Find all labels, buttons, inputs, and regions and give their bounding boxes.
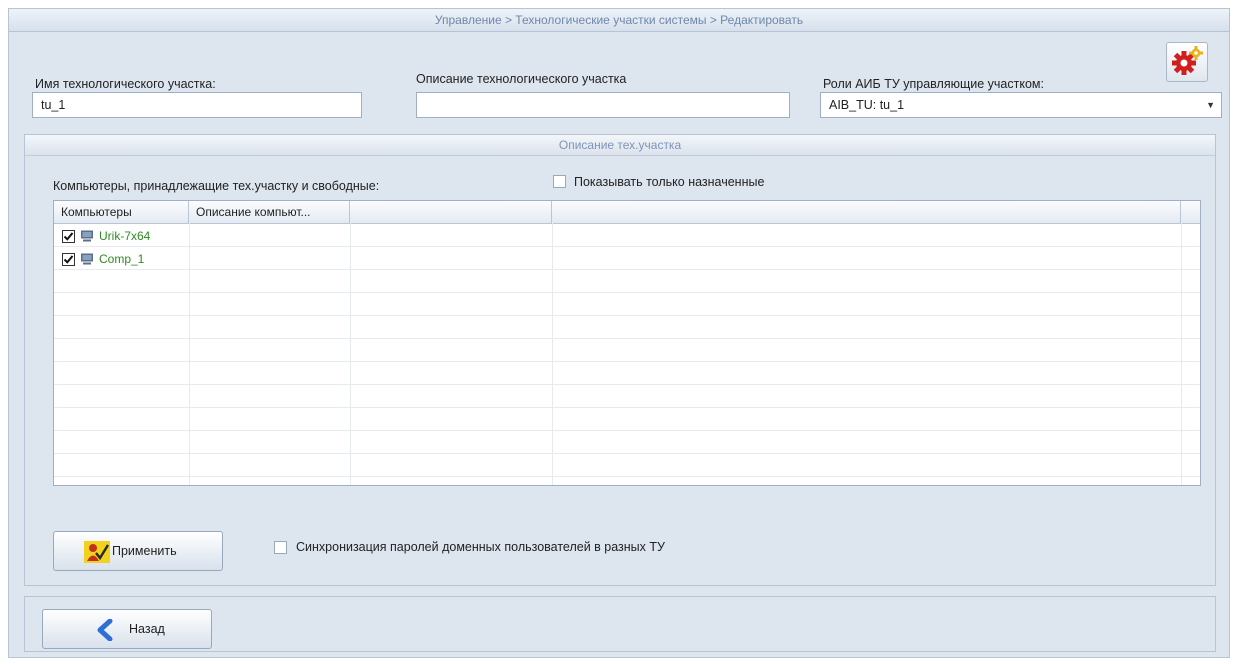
settings-button[interactable] [1166,42,1208,82]
row-checkbox[interactable] [62,253,75,266]
apply-button[interactable]: Применить [53,531,223,571]
back-button[interactable]: Назад [42,609,212,649]
description-input[interactable] [416,92,790,118]
table-row[interactable]: Urik-7x64 [54,225,189,247]
name-label: Имя технологического участка: [35,77,216,91]
computers-label: Компьютеры, принадлежащие тех.участку и … [53,179,380,193]
roles-select[interactable]: AIB_TU: tu_1 ▼ [820,92,1222,118]
computers-table: Компьютеры Описание компьют... Urik-7x64 [53,200,1201,486]
table-row[interactable]: Comp_1 [54,248,189,270]
show-assigned-checkbox[interactable] [553,175,566,188]
apply-button-label: Применить [112,544,177,558]
chevron-left-icon [97,619,113,641]
row-checkbox[interactable] [62,230,75,243]
roles-select-value: AIB_TU: tu_1 [829,98,905,112]
table-header: Компьютеры Описание компьют... [54,201,1200,224]
show-assigned-label: Показывать только назначенные [574,175,765,189]
roles-label: Роли АИБ ТУ управляющие участком: [823,77,1044,91]
description-label: Описание технологического участка [416,72,627,86]
sync-passwords-checkbox[interactable] [274,541,287,554]
computer-icon [81,253,93,265]
sync-passwords-label: Синхронизация паролей доменных пользоват… [296,540,665,554]
name-input[interactable]: tu_1 [32,92,362,118]
computer-name: Comp_1 [99,252,145,266]
column-header-description[interactable]: Описание компьют... [189,201,350,223]
computer-icon [81,230,93,242]
section-title: Описание тех.участка [25,135,1215,156]
column-header-computers[interactable]: Компьютеры [54,201,189,223]
gear-icon [1172,46,1203,75]
chevron-down-icon[interactable]: ▼ [1206,93,1215,117]
apply-user-icon [84,541,110,563]
computer-name: Urik-7x64 [99,229,151,243]
back-button-label: Назад [129,622,165,636]
column-header-3[interactable] [350,201,552,223]
breadcrumb: Управление > Технологические участки сис… [9,9,1229,32]
column-header-4[interactable] [552,201,1181,223]
